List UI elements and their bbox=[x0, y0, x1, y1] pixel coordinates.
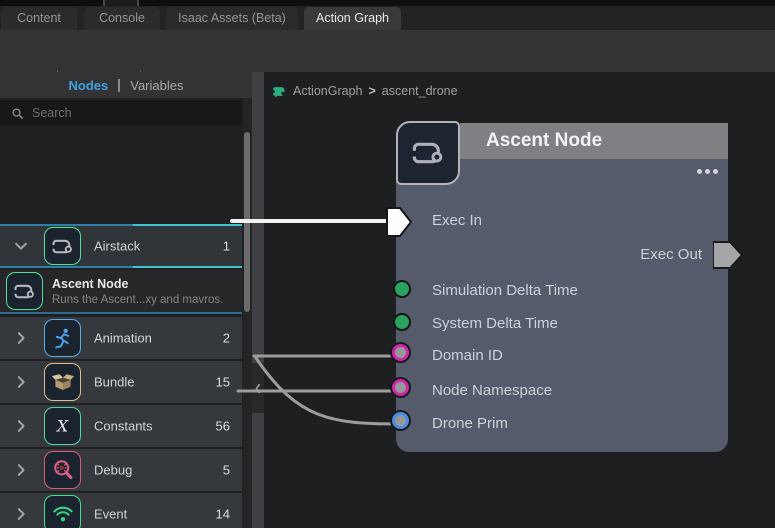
sidebar-item-constants[interactable]: Constants 56 bbox=[0, 405, 242, 447]
node-body[interactable] bbox=[396, 158, 728, 452]
bug-magnifier-icon bbox=[44, 451, 81, 489]
port-simulation-delta-time[interactable] bbox=[393, 280, 411, 298]
chevron-right-icon[interactable] bbox=[12, 505, 30, 523]
port-label-drone-prim: Drone Prim bbox=[432, 415, 508, 432]
constant-x-icon bbox=[44, 407, 81, 445]
search-icon bbox=[10, 106, 25, 121]
category-count: 15 bbox=[215, 374, 230, 390]
chevron-right-icon[interactable] bbox=[12, 373, 30, 391]
graph-toolbar: Edit View bbox=[0, 30, 775, 96]
category-label: Constants bbox=[94, 418, 153, 434]
breadcrumb-separator: > bbox=[368, 84, 376, 98]
port-label-domain-id: Domain ID bbox=[432, 347, 503, 364]
node-item-description: Runs the Ascent...xy and mavros. bbox=[52, 294, 224, 306]
category-label: Animation bbox=[94, 330, 152, 346]
node-palette: Airstack 1 Ascent Node Runs the Ascent..… bbox=[0, 98, 252, 528]
tab-content[interactable]: Content bbox=[1, 7, 77, 30]
node-header[interactable]: Ascent Node bbox=[460, 123, 728, 159]
graph-node-icon bbox=[272, 84, 287, 99]
port-label-simulation-delta-time: Simulation Delta Time bbox=[432, 282, 578, 299]
port-label-exec-out: Exec Out bbox=[640, 246, 702, 263]
tag-icon bbox=[6, 272, 43, 310]
chevron-right-icon[interactable] bbox=[12, 417, 30, 435]
chevron-down-icon[interactable] bbox=[12, 237, 30, 255]
tab-action-graph[interactable]: Action Graph bbox=[304, 7, 401, 30]
port-node-namespace[interactable] bbox=[392, 379, 409, 396]
sidebar-item-debug[interactable]: Debug 5 bbox=[0, 449, 242, 491]
tag-icon bbox=[44, 227, 81, 265]
search-box bbox=[0, 100, 242, 126]
palette-subtabs: Nodes Variables bbox=[0, 72, 252, 98]
category-count: 1 bbox=[222, 238, 230, 254]
port-label-exec-in: Exec In bbox=[432, 212, 483, 229]
exec-in-port[interactable] bbox=[386, 207, 412, 237]
port-system-delta-time[interactable] bbox=[393, 313, 411, 331]
category-label: Bundle bbox=[94, 374, 135, 390]
node-item-title: Ascent Node bbox=[52, 277, 129, 291]
breadcrumb-current[interactable]: ascent_drone bbox=[382, 84, 458, 98]
category-count: 56 bbox=[215, 418, 230, 434]
sidebar-item-animation[interactable]: Animation 2 bbox=[0, 317, 242, 359]
tab-console[interactable]: Console bbox=[84, 7, 160, 30]
category-label: Debug bbox=[94, 462, 133, 478]
category-count: 5 bbox=[222, 462, 230, 478]
port-label-system-delta-time: System Delta Time bbox=[432, 315, 558, 332]
port-domain-id[interactable] bbox=[392, 344, 409, 361]
search-input[interactable] bbox=[32, 106, 242, 120]
category-count: 14 bbox=[215, 506, 230, 522]
tab-isaac-assets[interactable]: Isaac Assets (Beta) bbox=[166, 7, 298, 30]
sidebar-item-event[interactable]: Event 14 bbox=[0, 493, 242, 528]
ascent-node[interactable]: Ascent Node Exec In Exec Out Simulation … bbox=[386, 121, 743, 452]
action-graph-window: Content Console Isaac Assets (Beta) Acti… bbox=[0, 0, 775, 528]
breadcrumb: ActionGraph > ascent_drone bbox=[272, 83, 458, 99]
category-label: Event bbox=[94, 506, 128, 522]
breadcrumb-root[interactable]: ActionGraph bbox=[293, 84, 362, 98]
node-more-dots-icon[interactable] bbox=[697, 169, 718, 174]
subtab-variables[interactable]: Variables bbox=[130, 78, 183, 93]
category-label: Airstack bbox=[94, 238, 141, 254]
chevron-right-icon[interactable] bbox=[12, 461, 30, 479]
chevron-right-icon[interactable] bbox=[12, 329, 30, 347]
wifi-icon bbox=[44, 495, 81, 528]
port-label-node-namespace: Node Namespace bbox=[432, 382, 553, 399]
sidebar-item-airstack[interactable]: Airstack 1 bbox=[0, 224, 242, 268]
category-count: 2 bbox=[222, 330, 230, 346]
panel-splitter[interactable] bbox=[252, 72, 264, 528]
tag-icon bbox=[396, 121, 460, 185]
port-drone-prim[interactable] bbox=[392, 412, 409, 429]
dock-tab-bar: Content Console Isaac Assets (Beta) Acti… bbox=[0, 6, 775, 30]
list-item-ascent-node[interactable]: Ascent Node Runs the Ascent...xy and mav… bbox=[0, 270, 242, 314]
sidebar-item-bundle[interactable]: Bundle 15 bbox=[0, 361, 242, 403]
exec-out-port[interactable] bbox=[713, 240, 743, 270]
runner-icon bbox=[44, 319, 81, 357]
node-title: Ascent Node bbox=[486, 130, 603, 151]
subtab-divider bbox=[118, 78, 121, 92]
panel-collapse-handle[interactable]: ❮ bbox=[252, 363, 264, 413]
box-icon bbox=[44, 363, 81, 401]
palette-scrollbar-thumb[interactable] bbox=[244, 132, 250, 312]
subtab-nodes[interactable]: Nodes bbox=[69, 78, 109, 93]
